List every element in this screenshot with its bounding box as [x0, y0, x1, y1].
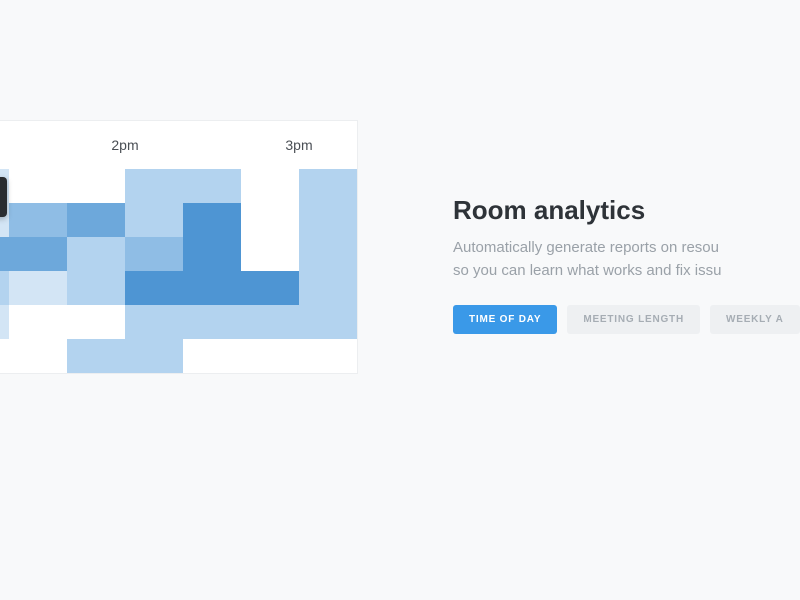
panel-title: Room analytics [453, 195, 800, 226]
heatmap-cell[interactable] [299, 203, 357, 237]
heatmap-cell[interactable] [67, 203, 125, 237]
heatmap-cell[interactable] [183, 339, 241, 373]
heatmap-tooltip: vents 2:00PM [0, 177, 7, 217]
heatmap-cell[interactable] [241, 271, 299, 305]
heatmap-cell[interactable] [241, 237, 299, 271]
heatmap-cell[interactable] [299, 305, 357, 339]
heatmap-cell[interactable] [183, 203, 241, 237]
heatmap-cell[interactable] [0, 271, 9, 305]
axis-label-2pm: 2pm [111, 137, 138, 153]
heatmap-cell[interactable] [9, 169, 67, 203]
heatmap-cell[interactable] [125, 305, 183, 339]
heatmap-grid[interactable] [0, 169, 357, 373]
heatmap-cell[interactable] [241, 169, 299, 203]
heatmap-cell[interactable] [299, 339, 357, 373]
info-panel: Room analytics Automatically generate re… [453, 195, 800, 334]
heatmap-cell[interactable] [67, 305, 125, 339]
heatmap-cell[interactable] [183, 305, 241, 339]
axis-label-3pm: 3pm [285, 137, 312, 153]
heatmap-panel: 2pm 3pm vents 2:00PM [0, 120, 358, 374]
heatmap-cell[interactable] [9, 339, 67, 373]
heatmap-cell[interactable] [241, 339, 299, 373]
heatmap-cell[interactable] [125, 169, 183, 203]
heatmap-cell[interactable] [9, 237, 67, 271]
heatmap-cell[interactable] [125, 237, 183, 271]
heatmap-cell[interactable] [67, 339, 125, 373]
heatmap-cell[interactable] [125, 339, 183, 373]
tab-bar: TIME OF DAY MEETING LENGTH WEEKLY A [453, 305, 800, 334]
heatmap-cell[interactable] [67, 169, 125, 203]
heatmap-cell[interactable] [183, 237, 241, 271]
heatmap-cell[interactable] [241, 203, 299, 237]
heatmap-cell[interactable] [0, 305, 9, 339]
heatmap-cell[interactable] [125, 203, 183, 237]
heatmap-cell[interactable] [67, 237, 125, 271]
heatmap-cell[interactable] [0, 339, 9, 373]
heatmap-cell[interactable] [67, 271, 125, 305]
tab-time-of-day[interactable]: TIME OF DAY [453, 305, 557, 334]
heatmap-cell[interactable] [299, 271, 357, 305]
panel-description: Automatically generate reports on resou … [453, 236, 800, 283]
tab-meeting-length[interactable]: MEETING LENGTH [567, 305, 700, 334]
heatmap-cell[interactable] [183, 169, 241, 203]
time-axis: 2pm 3pm [0, 137, 357, 159]
heatmap-cell[interactable] [9, 305, 67, 339]
heatmap-cell[interactable] [125, 271, 183, 305]
heatmap-cell[interactable] [183, 271, 241, 305]
tab-weekly[interactable]: WEEKLY A [710, 305, 800, 334]
heatmap-cell[interactable] [299, 237, 357, 271]
heatmap-cell[interactable] [9, 203, 67, 237]
heatmap-cell[interactable] [0, 237, 9, 271]
heatmap-cell[interactable] [9, 271, 67, 305]
heatmap-cell[interactable] [241, 305, 299, 339]
heatmap-cell[interactable] [299, 169, 357, 203]
